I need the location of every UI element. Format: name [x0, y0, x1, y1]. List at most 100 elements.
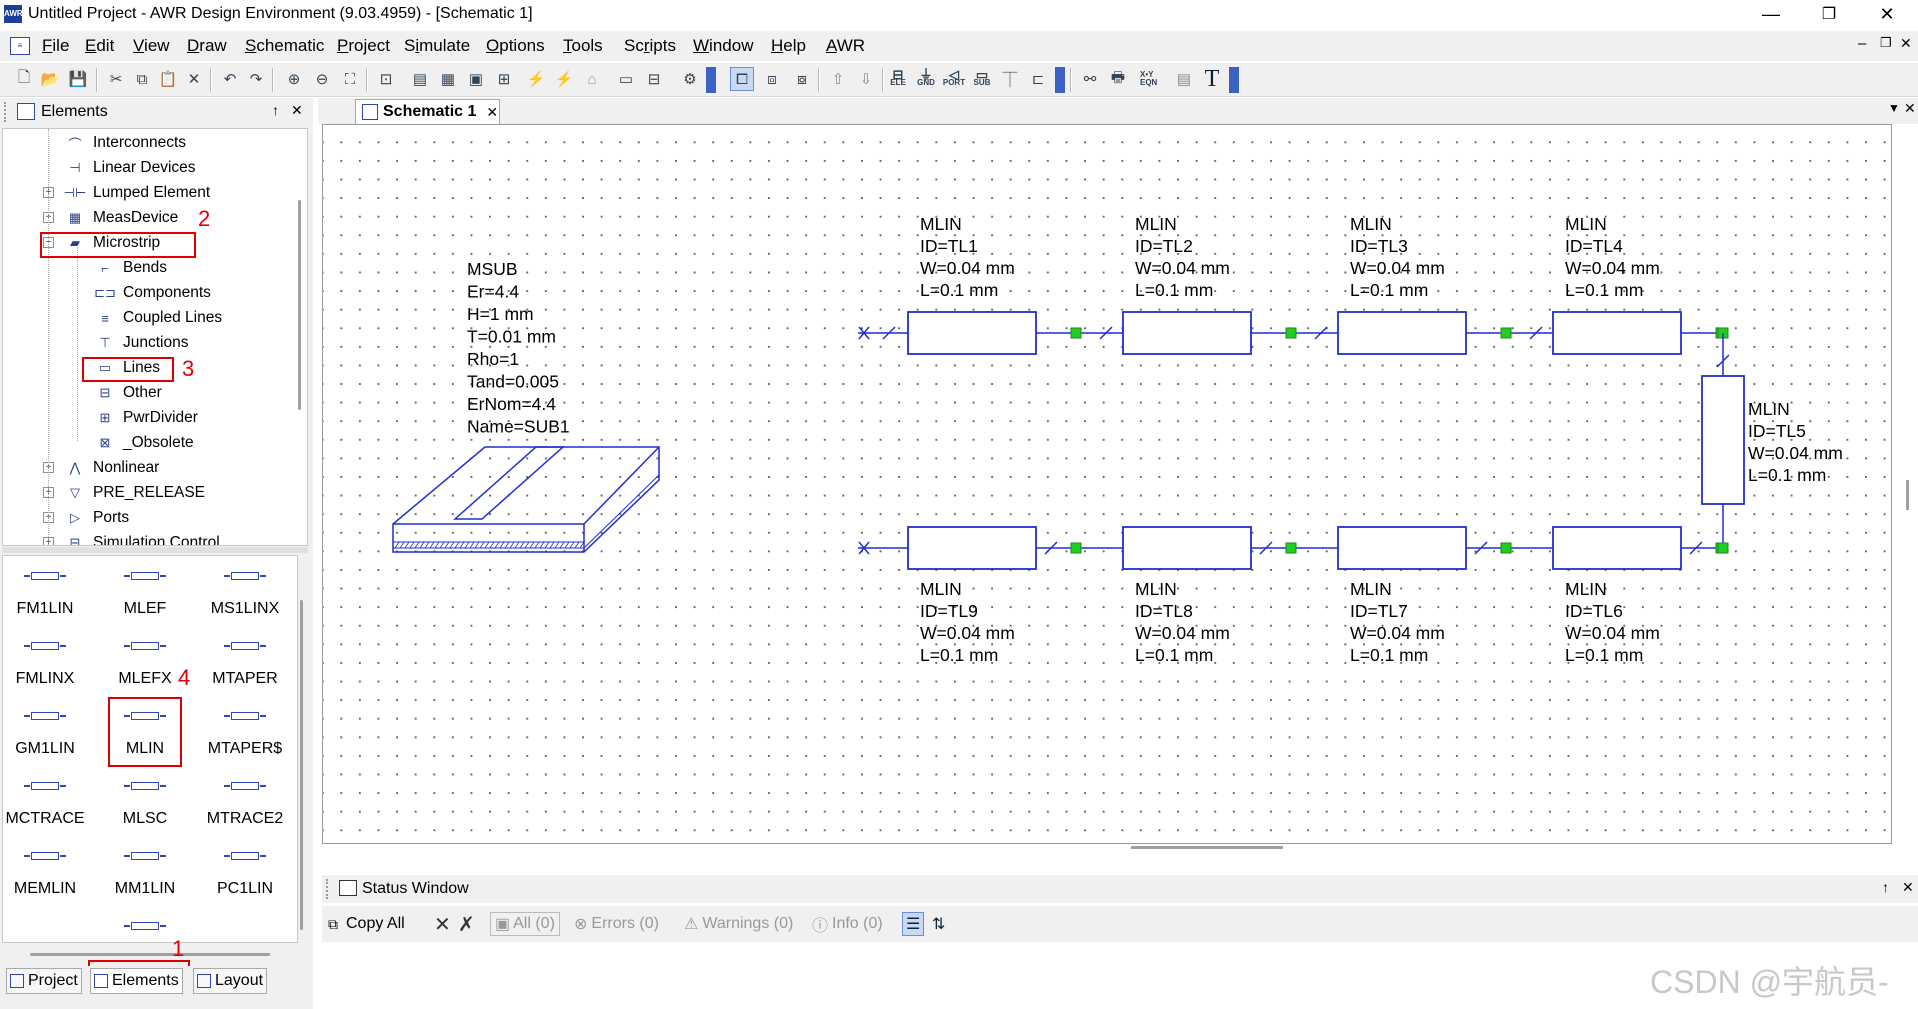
layout-view-icon[interactable]: ⧈: [760, 67, 784, 91]
filter-errors-button[interactable]: ⊗ Errors (0): [574, 912, 659, 936]
connect-icon[interactable]: ⚯: [1078, 67, 1102, 91]
port-icon[interactable]: ◁ PORT: [942, 67, 966, 91]
tree-item[interactable]: ⊟ Simulation Control: [63, 531, 220, 545]
add-schematic-icon[interactable]: ⊡: [374, 67, 398, 91]
menu-item[interactable]: Edit: [85, 36, 114, 56]
toolbar-overflow-button[interactable]: [706, 67, 716, 93]
palette-item[interactable]: MM1LIN: [95, 838, 195, 908]
print-icon[interactable]: 🖶: [1106, 67, 1130, 91]
zoom-in-icon[interactable]: ⊕: [282, 67, 306, 91]
window-icon[interactable]: ⧠: [730, 67, 754, 91]
panel-close-icon[interactable]: ✕: [291, 102, 303, 119]
canvas-hscrollbar[interactable]: [1131, 846, 1283, 849]
menu-item[interactable]: Schematic: [245, 36, 324, 56]
group-icon[interactable]: ☰: [902, 912, 925, 936]
subcircuit-icon[interactable]: ⊏: [1026, 67, 1050, 91]
tree-item[interactable]: ▦ MeasDevice: [63, 206, 178, 230]
palette-item[interactable]: MTAPER: [195, 628, 295, 698]
save-icon[interactable]: 💾: [66, 67, 90, 91]
tree-item[interactable]: ⊠ _Obsolete: [93, 431, 194, 455]
move-up-icon[interactable]: ⇧: [826, 67, 850, 91]
zoom-fit-icon[interactable]: ⛶: [338, 67, 362, 91]
palette-scrollbar[interactable]: [300, 600, 303, 930]
tab-strip-close-icon[interactable]: ✕: [1904, 100, 1916, 117]
tree-item[interactable]: ⊞ PwrDivider: [93, 406, 198, 430]
variable-icon[interactable]: ⊟: [642, 67, 666, 91]
add-graph-icon[interactable]: ▤: [408, 67, 432, 91]
delete-icon[interactable]: ✕: [182, 67, 206, 91]
menu-item[interactable]: Tools: [563, 36, 603, 56]
clear-all-icon[interactable]: ✗: [458, 912, 475, 936]
tab-project[interactable]: Project: [6, 968, 82, 994]
tree-scrollbar[interactable]: [298, 200, 301, 410]
splitter[interactable]: [2, 547, 308, 553]
tree-item[interactable]: ⌐ Bends: [93, 256, 167, 280]
tree-item[interactable]: ⊣⊢ Lumped Element: [63, 181, 211, 205]
tab-schematic-1[interactable]: Schematic 1 ✕: [355, 99, 500, 124]
palette-item[interactable]: FM1LIN: [3, 558, 95, 628]
doc-close-button[interactable]: ✕: [1900, 35, 1912, 52]
ground-icon[interactable]: ⏚ GND: [914, 67, 938, 91]
undo-icon[interactable]: ↶: [218, 67, 242, 91]
tree-item[interactable]: ⌒ Interconnects: [63, 131, 186, 155]
close-button[interactable]: ✕: [1864, 0, 1910, 29]
menu-item[interactable]: Window: [693, 36, 753, 56]
open-icon[interactable]: 📂: [38, 67, 62, 91]
paste-icon[interactable]: 📋: [156, 67, 180, 91]
move-down-icon[interactable]: ⇩: [854, 67, 878, 91]
tree-item[interactable]: ⊤ Junctions: [93, 331, 188, 355]
palette-hscrollbar[interactable]: [30, 953, 270, 956]
tree-item[interactable]: ⊟ Other: [93, 381, 162, 405]
add-measurement-icon[interactable]: ▦: [436, 67, 460, 91]
document-icon[interactable]: ≡: [10, 37, 30, 55]
palette-item[interactable]: MLEF: [95, 558, 195, 628]
palette-item[interactable]: MTRACE2: [195, 768, 295, 838]
tree-item[interactable]: ≡ Coupled Lines: [93, 306, 222, 330]
copy-icon[interactable]: ⧉: [130, 67, 154, 91]
filter-all-button[interactable]: ▣ All (0): [490, 912, 560, 936]
pin-icon[interactable]: ↑: [272, 102, 279, 118]
equation-icon[interactable]: X•Y EQN: [1140, 67, 1170, 91]
menu-item[interactable]: Draw: [187, 36, 227, 56]
palette-item[interactable]: GM1LIN: [3, 698, 95, 768]
tree-item[interactable]: ⋀ Nonlinear: [63, 456, 160, 480]
copy-all-button[interactable]: ⧉ Copy All: [328, 912, 405, 936]
palette-item[interactable]: PC1LIN: [195, 838, 295, 908]
menu-item[interactable]: Simulate: [404, 36, 470, 56]
tree-item[interactable]: ▽ PRE_RELEASE: [63, 481, 205, 505]
filter-warnings-button[interactable]: ⚠ Warnings (0): [684, 912, 793, 936]
palette-item[interactable]: MLSC: [95, 768, 195, 838]
palette-item[interactable]: MS1LINX: [195, 558, 295, 628]
zoom-out-icon[interactable]: ⊖: [310, 67, 334, 91]
menu-item[interactable]: Options: [486, 36, 545, 56]
sort-icon[interactable]: ⇅: [932, 912, 945, 936]
doc-minimize-button[interactable]: –: [1858, 35, 1866, 52]
menu-item[interactable]: File: [42, 36, 69, 56]
doc-restore-button[interactable]: ❐: [1880, 35, 1892, 51]
wire-icon[interactable]: ⏉: [998, 67, 1022, 91]
filter-info-button[interactable]: ⓘ Info (0): [812, 912, 883, 936]
tuner-icon[interactable]: ⊞: [492, 67, 516, 91]
palette-item[interactable]: MTAPER$: [195, 698, 295, 768]
toolbar-overflow-button[interactable]: [1229, 67, 1239, 93]
minimize-button[interactable]: —: [1748, 0, 1794, 29]
3d-view-icon[interactable]: ⧇: [790, 67, 814, 91]
redo-icon[interactable]: ↷: [244, 67, 268, 91]
palette-item[interactable]: MCTRACE: [3, 768, 95, 838]
clear-icon[interactable]: ✕: [434, 912, 451, 936]
palette-item[interactable]: FMLINX: [3, 628, 95, 698]
canvas-vscrollbar[interactable]: [1906, 480, 1909, 510]
tree-item[interactable]: ▷ Ports: [63, 506, 129, 530]
tab-close-icon[interactable]: ✕: [486, 104, 498, 121]
palette-item[interactable]: MEMLIN: [3, 838, 95, 908]
options-icon[interactable]: ⚙: [678, 67, 702, 91]
toolbar-overflow-button[interactable]: [1055, 67, 1065, 93]
menu-item[interactable]: View: [133, 36, 170, 56]
add-annotation-icon[interactable]: ▣: [464, 67, 488, 91]
schematic-canvas[interactable]: MSUB Er=4.4 H=1 mm T=0.01 mm Rho=1 Tand=0.005…: [322, 124, 1892, 844]
menu-item[interactable]: Help: [771, 36, 806, 56]
tune-icon[interactable]: ⚡: [552, 67, 576, 91]
tree-item[interactable]: ⊏⊐ Components: [93, 281, 211, 305]
new-icon[interactable]: 🗋: [12, 67, 36, 91]
element-icon[interactable]: ⊟ ELE: [886, 67, 910, 91]
